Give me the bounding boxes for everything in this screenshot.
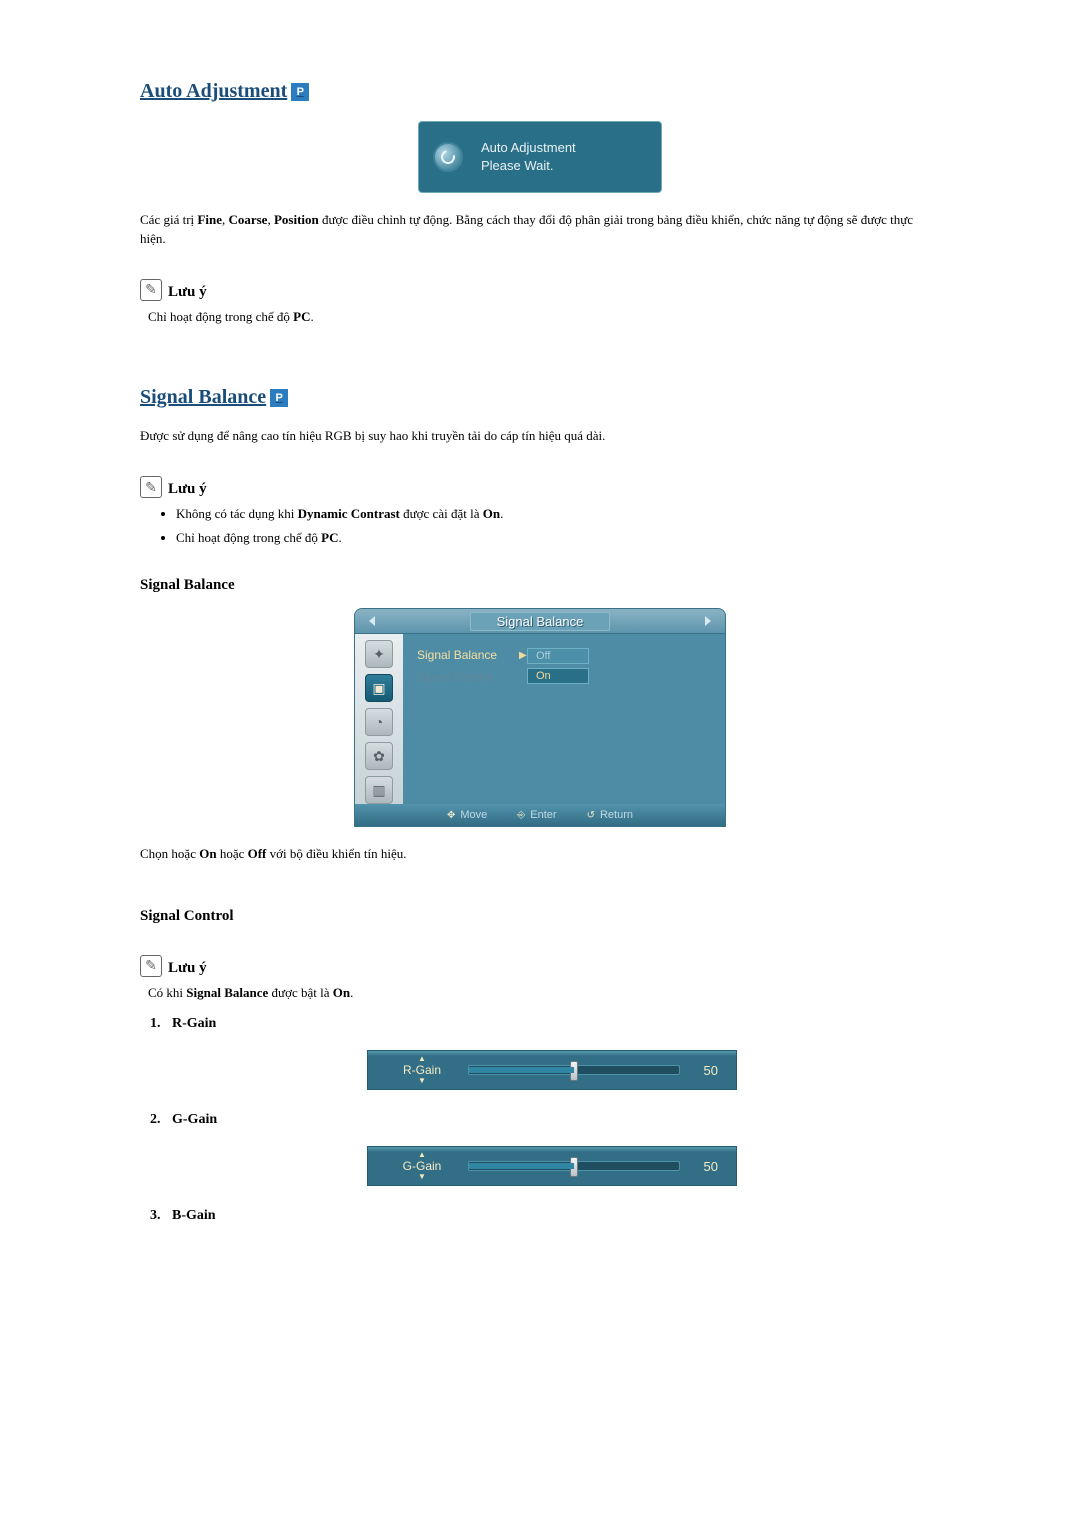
popup-text: Auto Adjustment Please Wait. <box>481 139 576 174</box>
osd-main: Signal Balance Signal Control ▶ Off On <box>403 634 725 804</box>
osd-menu-item-selected: Signal Balance <box>417 648 527 662</box>
subhead-signal-control: Signal Control <box>140 908 940 925</box>
osd-value-off: Off <box>527 648 589 664</box>
auto-adjustment-popup: Auto Adjustment Please Wait. <box>418 121 662 193</box>
note-block-auto: ✎ Lưu ý Chỉ hoạt động trong chế độ PC. <box>140 279 940 327</box>
pc-mode-badge-icon: P <box>291 83 309 101</box>
note-icon: ✎ <box>140 476 162 498</box>
gain-label: R-Gain <box>172 1016 216 1031</box>
gain-list: R-Gain ▲ R-Gain ▼ 50 G-Gain <box>164 1016 940 1224</box>
popup-line2: Please Wait. <box>481 157 576 175</box>
slider-name: R-Gain <box>403 1064 441 1076</box>
chevron-down-icon: ▼ <box>418 1077 426 1085</box>
list-item-r-gain: R-Gain ▲ R-Gain ▼ 50 <box>164 1016 940 1090</box>
slider-track <box>468 1161 680 1171</box>
tools-icon: ✦ <box>365 640 393 668</box>
enter-icon: ⎆ <box>517 810 525 821</box>
slider-r-gain: ▲ R-Gain ▼ 50 <box>367 1050 737 1090</box>
heading-text: Signal Balance <box>140 386 266 409</box>
slider-value: 50 <box>694 1063 718 1078</box>
note-body: Có khi Signal Balance được bật là On. <box>148 983 940 1003</box>
chevron-down-icon: ▼ <box>418 1173 426 1181</box>
gain-label: B-Gain <box>172 1208 216 1223</box>
osd-hint-enter: ⎆Enter <box>517 809 556 821</box>
document-page: Auto Adjustment P Auto Adjustment Please… <box>0 0 1080 1306</box>
osd-footer: ✥Move ⎆Enter ↺Return <box>355 804 725 826</box>
note-label: Lưu ý <box>168 481 207 498</box>
auto-adjustment-desc: Các giá trị Fine, Coarse, Position được … <box>140 211 940 249</box>
osd-screenshot-wrap: Signal Balance ✦ ▣ ◔ ✿ ▥ Signal Balance … <box>140 608 940 827</box>
heading-auto-adjustment: Auto Adjustment P <box>140 80 940 103</box>
list-item-b-gain: B-Gain <box>164 1208 940 1224</box>
note-header: ✎ Lưu ý <box>140 955 940 977</box>
osd-menu-item-dimmed: Signal Control <box>417 670 527 684</box>
note-icon: ✎ <box>140 279 162 301</box>
gain-label: G-Gain <box>172 1112 217 1127</box>
slider-g-gain-wrap: ▲ G-Gain ▼ 50 <box>164 1146 940 1186</box>
osd-body: ✦ ▣ ◔ ✿ ▥ Signal Balance Signal Control … <box>355 634 725 804</box>
note-block-sb: ✎ Lưu ý Không có tác dụng khi Dynamic Co… <box>140 476 940 547</box>
heading-signal-balance: Signal Balance P <box>140 386 940 409</box>
slider-value: 50 <box>694 1159 718 1174</box>
note-label: Lưu ý <box>168 284 207 301</box>
choose-on-off-text: Chọn hoặc On hoặc Off với bộ điều khiển … <box>140 845 940 864</box>
chevron-up-icon: ▲ <box>418 1055 426 1063</box>
list-item: Chỉ hoạt động trong chế độ PC. <box>176 528 940 548</box>
return-icon: ↺ <box>587 810 595 821</box>
osd-titlebar: Signal Balance <box>355 609 725 634</box>
note-header: ✎ Lưu ý <box>140 279 940 301</box>
osd-title: Signal Balance <box>470 612 611 631</box>
osd-hint-return: ↺Return <box>587 809 633 821</box>
osd-menu-labels: Signal Balance Signal Control <box>417 648 527 804</box>
move-icon: ✥ <box>447 810 455 821</box>
note-label: Lưu ý <box>168 960 207 977</box>
note-header: ✎ Lưu ý <box>140 476 940 498</box>
slider-label-col: ▲ G-Gain ▼ <box>390 1151 454 1181</box>
picture-icon: ▣ <box>365 674 393 702</box>
subhead-signal-balance: Signal Balance <box>140 577 940 594</box>
heading-text: Auto Adjustment <box>140 80 287 103</box>
slider-thumb <box>570 1061 578 1081</box>
chevron-up-icon: ▲ <box>418 1151 426 1159</box>
pc-mode-badge-icon: P <box>270 389 288 407</box>
caret-right-icon: ▶ <box>519 650 527 661</box>
slider-r-gain-wrap: ▲ R-Gain ▼ 50 <box>164 1050 940 1090</box>
slider-name: G-Gain <box>403 1160 442 1172</box>
chevron-right-icon <box>705 616 711 626</box>
list-item: Không có tác dụng khi Dynamic Contrast đ… <box>176 504 940 524</box>
osd-hint-move: ✥Move <box>447 809 487 821</box>
osd-panel: Signal Balance ✦ ▣ ◔ ✿ ▥ Signal Balance … <box>354 608 726 827</box>
osd-side-nav: ✦ ▣ ◔ ✿ ▥ <box>355 634 403 804</box>
signal-balance-desc: Được sử dụng để nâng cao tín hiệu RGB bị… <box>140 427 940 446</box>
multi-screen-icon: ▥ <box>365 776 393 804</box>
note-icon: ✎ <box>140 955 162 977</box>
auto-adjustment-popup-wrap: Auto Adjustment Please Wait. <box>140 121 940 193</box>
osd-value-on: On <box>527 668 589 684</box>
spinner-icon <box>433 142 463 172</box>
power-icon: ◔ <box>365 708 393 736</box>
chevron-left-icon <box>369 616 375 626</box>
slider-thumb <box>570 1157 578 1177</box>
note-body: Chỉ hoạt động trong chế độ PC. <box>148 307 940 327</box>
popup-line1: Auto Adjustment <box>481 139 576 157</box>
slider-track <box>468 1065 680 1075</box>
osd-menu-values: ▶ Off On <box>527 648 617 804</box>
note-body: Không có tác dụng khi Dynamic Contrast đ… <box>148 504 940 547</box>
note-block-sc: ✎ Lưu ý Có khi Signal Balance được bật l… <box>140 955 940 1003</box>
gear-icon: ✿ <box>365 742 393 770</box>
list-item-g-gain: G-Gain ▲ G-Gain ▼ 50 <box>164 1112 940 1186</box>
slider-label-col: ▲ R-Gain ▼ <box>390 1055 454 1085</box>
slider-g-gain: ▲ G-Gain ▼ 50 <box>367 1146 737 1186</box>
